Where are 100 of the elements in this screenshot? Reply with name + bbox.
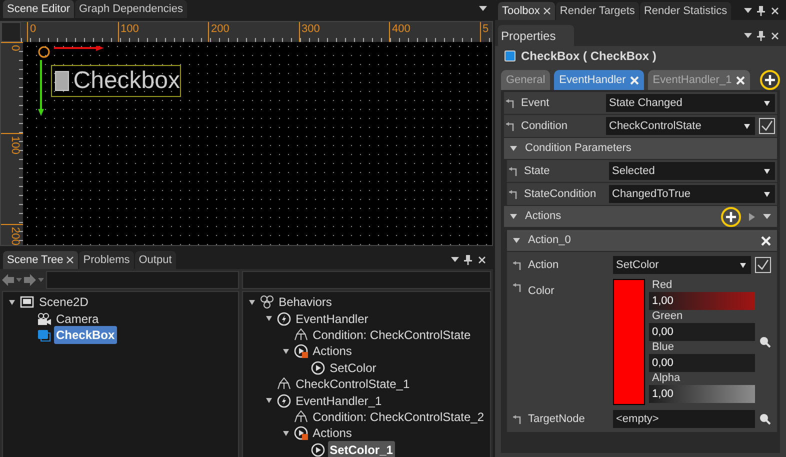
tree-item[interactable]: Actions [310,342,354,360]
tree-item[interactable]: Condition: CheckControlState_2 [310,408,486,426]
panel-tab[interactable]: Scene Tree [3,251,78,269]
plus-icon [765,75,775,85]
section-header[interactable]: Actions [504,206,777,227]
reset-icon[interactable] [506,122,515,130]
editor-tab[interactable]: EventHandler [554,70,644,90]
reset-icon[interactable] [506,98,515,108]
close-icon[interactable] [66,256,74,264]
section-header[interactable]: Condition Parameters [504,138,777,159]
checkbox-node-icon [504,50,516,62]
forward-icon[interactable] [24,274,36,286]
dropdown[interactable]: SetColor [613,256,751,274]
expand-icon[interactable] [510,146,517,151]
branch-icon [276,377,291,392]
back-icon[interactable] [2,274,14,286]
color-picker-icon[interactable] [759,336,771,348]
object-title: CheckBox ( CheckBox ) [521,48,656,65]
pin-icon[interactable] [464,255,472,265]
dropdown-icon[interactable] [744,33,752,39]
dropdown-icon[interactable] [479,6,487,12]
tree-item[interactable]: CheckBox [54,326,117,344]
search-field[interactable] [242,271,491,289]
tree-item[interactable]: Camera [54,310,101,328]
section-title: Condition Parameters [525,141,632,156]
tree-item[interactable]: Behaviors [276,293,334,312]
dropdown-icon[interactable] [744,8,752,14]
channel-field[interactable]: 1,00 [649,292,755,310]
property-label: State [524,164,550,179]
expand-icon[interactable] [510,214,517,219]
search-field[interactable] [46,271,239,289]
circles-icon [260,295,274,310]
tree-item[interactable]: EventHandler [294,310,370,328]
channel-label: Blue [651,341,676,354]
expand-icon[interactable] [9,300,15,305]
section-title: Actions [525,209,562,224]
dropdown-icon[interactable] [451,257,459,263]
expand-icon[interactable] [266,398,272,404]
expand-icon[interactable] [282,348,289,354]
pin-icon[interactable] [757,31,765,41]
checkbox[interactable] [755,257,771,273]
dropdown[interactable]: State Changed [606,94,775,112]
panel-tab[interactable]: Render Statistics [640,2,732,20]
close-icon[interactable] [477,255,487,265]
tree-item[interactable]: SetColor [328,358,378,377]
reset-icon[interactable] [513,260,522,270]
dropdown[interactable]: CheckControlState [606,117,755,135]
reset-icon[interactable] [513,283,522,292]
property-label: Color [528,284,554,299]
panel-tab[interactable]: Render Targets [556,2,639,20]
channel-field[interactable]: 1,00 [649,385,755,403]
tree-item[interactable]: Actions [310,424,354,442]
expand-icon[interactable] [248,300,255,305]
tree-item[interactable]: SetColor_1 [328,440,395,457]
tree-item[interactable]: EventHandler_1 [294,392,384,410]
checkbox-node-icon [37,328,51,342]
panel-tab[interactable]: Toolbox [498,2,555,20]
play-list-icon [294,426,308,440]
channel-field[interactable]: 0,00 [649,354,755,372]
add-button[interactable] [721,206,741,226]
monitor-icon [20,295,34,310]
panel-tab[interactable]: Output [134,251,176,269]
tree-item[interactable]: Condition: CheckControlState [310,326,473,344]
branch-icon [294,328,308,342]
close-icon[interactable] [770,31,780,41]
expand-icon[interactable] [282,430,289,436]
dropdown-icon[interactable] [763,214,771,220]
dropdown[interactable]: ChangedToTrue [609,185,775,203]
channel-field[interactable]: 0,00 [649,323,755,341]
property-label: Event [521,96,550,111]
tree-item[interactable]: CheckControlState_1 [294,375,412,394]
property-label: Condition [521,118,568,134]
expand-icon[interactable] [513,238,520,243]
panel-tab[interactable]: Problems [79,251,134,269]
tree-item[interactable]: Scene2D [37,293,90,312]
close-icon[interactable] [770,6,780,16]
plus-icon [726,212,736,222]
play-icon [310,360,325,375]
channel-label: Green [651,310,684,323]
close-icon[interactable] [542,7,551,15]
branch-icon [294,410,308,424]
play-icon[interactable] [749,212,755,220]
checkbox[interactable] [759,118,775,134]
pin-icon[interactable] [757,6,765,16]
dropdown[interactable]: Selected [609,162,775,180]
search-icon[interactable] [759,413,771,425]
property-label: TargetNode [528,412,585,427]
panel-tab[interactable]: Graph Dependencies [74,0,187,18]
lightning-icon [276,394,291,408]
panel-tab[interactable]: Scene Editor [3,0,74,18]
reset-icon[interactable] [509,166,518,176]
reset-icon[interactable] [509,190,518,198]
section-title: Action_0 [528,233,571,248]
panel-title: Properties [498,25,574,47]
checkbox-label: Checkbox [73,69,180,93]
expand-icon[interactable] [266,316,272,322]
section-header[interactable]: Action_0 [507,230,777,251]
reset-icon[interactable] [513,414,522,424]
target-field[interactable]: <empty> [613,410,755,428]
property-label: Action [528,258,559,273]
